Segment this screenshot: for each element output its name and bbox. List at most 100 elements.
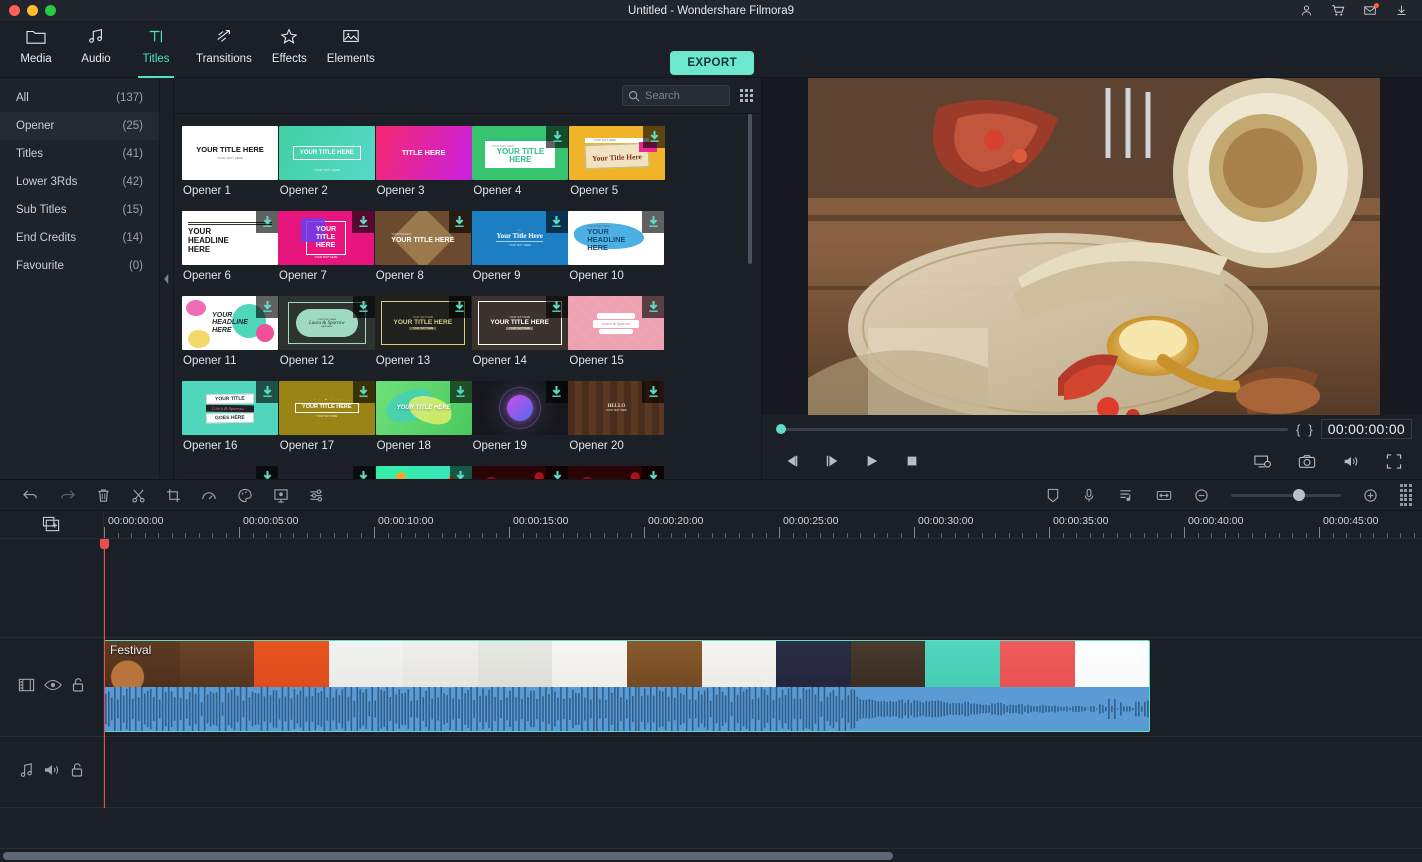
fit-timeline-button[interactable] [1156, 488, 1172, 503]
unlock-icon[interactable] [70, 762, 84, 783]
snapshot-button[interactable] [1298, 454, 1316, 469]
template-item[interactable]: YOUR TEXT HEREYOUR TITLE HEREYOUR TEXT H… [375, 296, 471, 367]
template-thumbnail[interactable]: YOUR TITLE HEREYOUR TEXT HERE [279, 126, 375, 180]
video-preview[interactable] [808, 78, 1380, 415]
template-item[interactable]: Laura & SparrowOpener 15 [568, 296, 664, 367]
panel-collapse-handle[interactable] [160, 78, 174, 479]
timeline-playhead[interactable] [104, 539, 105, 808]
template-thumbnail[interactable]: YOUR TEXT HEREYOUR TITLE HEREYOUR TEXT H… [375, 296, 471, 350]
download-icon[interactable] [450, 381, 472, 403]
display-settings-button[interactable] [1254, 454, 1272, 469]
category-item-favourite[interactable]: Favourite(0) [0, 252, 159, 280]
redo-button[interactable] [59, 488, 76, 503]
category-item-titles[interactable]: Titles(41) [0, 140, 159, 168]
template-item[interactable]: YOUR TEXTOpener 23 [376, 466, 472, 479]
library-scrollbar[interactable] [748, 114, 752, 264]
tab-effects[interactable]: Effects [262, 22, 317, 78]
template-thumbnail[interactable]: YOUR TEXT HEREYOUR TITLE HERE [472, 126, 568, 180]
voiceover-button[interactable] [1082, 488, 1096, 503]
delete-button[interactable] [96, 488, 111, 503]
template-thumbnail[interactable]: • • •Your Title HereYOUR TEXT HERE [472, 211, 568, 265]
timeline-horizontal-scrollbar[interactable] [0, 848, 1422, 862]
template-item[interactable]: YOUR TITLE HEREYOUR TEXT HEREOpener 2 [279, 126, 375, 197]
download-icon[interactable] [256, 466, 278, 479]
export-button[interactable]: EXPORT [670, 51, 754, 75]
stop-button[interactable] [904, 454, 920, 468]
template-thumbnail[interactable]: Laura & Sparrow [568, 296, 664, 350]
template-item[interactable]: YOURTITLEHEREYOUR TEXT HEREOpener 7 [278, 211, 374, 282]
tab-audio[interactable]: Audio [66, 22, 126, 78]
template-item[interactable]: Your TextYour TitlesOpener 22 [279, 466, 375, 479]
cart-icon[interactable] [1331, 4, 1345, 17]
download-icon[interactable] [546, 211, 568, 233]
template-thumbnail[interactable] [472, 381, 568, 435]
template-item[interactable]: - - - ★ - - -YOUR TITLE HEREYOUR TEXT HE… [279, 381, 375, 452]
template-thumbnail[interactable]: HELLOYOUR TEXT HERE [568, 381, 664, 435]
template-thumbnail[interactable]: YOUR TITLE HEREYOUR TEXT HERE [182, 126, 278, 180]
template-thumbnail[interactable]: Your TextYour Titles [279, 466, 375, 479]
zoom-in-button[interactable] [1363, 488, 1378, 503]
template-thumbnail[interactable]: TITLE HERE [376, 126, 472, 180]
template-thumbnail[interactable]: YOUR TITLE HERE [376, 381, 472, 435]
download-icon[interactable] [1395, 4, 1408, 17]
template-thumbnail[interactable]: YOURHEADLINEHERE [182, 211, 278, 265]
download-icon[interactable] [256, 381, 278, 403]
template-thumbnail[interactable]: - - - ★ - - -YOUR TITLE HEREYOUR TEXT HE… [279, 381, 375, 435]
dot-grid-icon[interactable] [1400, 484, 1412, 505]
template-item[interactable]: Jack & MaryOpener 24 [472, 466, 568, 479]
scrollbar-thumb[interactable] [3, 852, 893, 860]
download-icon[interactable] [353, 466, 375, 479]
timeline-zoom-knob[interactable] [1293, 489, 1305, 501]
download-icon[interactable] [642, 381, 664, 403]
template-item[interactable]: HELLOYOUR TEXT HEREOpener 20 [568, 381, 664, 452]
download-icon[interactable] [546, 126, 568, 148]
download-icon[interactable] [449, 211, 471, 233]
track-body-title[interactable] [104, 539, 1422, 637]
fullscreen-button[interactable] [1386, 454, 1402, 469]
template-thumbnail[interactable]: YOURTITLEHEREYOUR TEXT HERE [278, 211, 374, 265]
music-note-icon[interactable] [19, 762, 34, 783]
audio-mixer-button[interactable] [1118, 488, 1134, 503]
template-item[interactable]: YOUR PRESENTYOUR TITLE HEREOpener 8 [375, 211, 471, 282]
download-icon[interactable] [353, 381, 375, 403]
download-icon[interactable] [256, 211, 278, 233]
template-thumbnail[interactable]: YOUR TEXT HEREYour Title Here [569, 126, 665, 180]
template-item[interactable]: YOUR TEXT HEREYOURHEADLINEHEREOpener 10 [568, 211, 664, 282]
preview-progress-knob[interactable] [776, 424, 786, 434]
category-item-end-credits[interactable]: End Credits(14) [0, 224, 159, 252]
template-item[interactable]: YOUR TEXT HEREYOUR TITLE HEREOpener 4 [472, 126, 568, 197]
category-item-sub-titles[interactable]: Sub Titles(15) [0, 196, 159, 224]
download-icon[interactable] [450, 466, 472, 479]
add-track-button[interactable] [0, 511, 104, 538]
ruler-scale[interactable]: 00:00:00:0000:00:05:0000:00:10:0000:00:1… [104, 511, 1422, 538]
download-icon[interactable] [256, 296, 278, 318]
grid-view-icon[interactable] [740, 89, 753, 102]
download-icon[interactable] [352, 211, 374, 233]
template-item[interactable]: • • •Your Title HereYOUR TEXT HEREOpener… [472, 211, 568, 282]
zoom-out-button[interactable] [1194, 488, 1209, 503]
template-thumbnail[interactable]: YOUR TEXT HEREYOURHEADLINEHERE [568, 211, 664, 265]
template-thumbnail[interactable]: Jack & Mary [568, 466, 664, 479]
template-item[interactable]: YOUR TITLE HEREYOUR TEXT HEREOpener 1 [182, 126, 278, 197]
category-item-opener[interactable]: Opener(25) [0, 112, 159, 140]
mark-in-icon[interactable]: { [1296, 422, 1300, 437]
download-icon[interactable] [642, 211, 664, 233]
template-item[interactable]: YOUR TEXT HERELaura & SparrowDATE HEREOp… [279, 296, 375, 367]
color-button[interactable] [237, 488, 253, 503]
tab-elements[interactable]: Elements [317, 22, 385, 78]
speaker-icon[interactable] [43, 763, 61, 782]
track-body-audio[interactable] [104, 737, 1422, 807]
category-item-lower-3rds[interactable]: Lower 3Rds(42) [0, 168, 159, 196]
template-thumbnail[interactable]: YOUR PRESENTYOUR TITLE HERE [375, 211, 471, 265]
green-screen-button[interactable] [273, 488, 289, 503]
unlock-icon[interactable] [71, 677, 85, 698]
template-thumbnail[interactable]: Jack & Mary [472, 466, 568, 479]
timeline-zoom-slider[interactable] [1231, 494, 1341, 497]
eye-icon[interactable] [44, 678, 62, 697]
template-thumbnail[interactable]: YOUR TEXT HERELaura & SparrowDATE HERE [279, 296, 375, 350]
speed-button[interactable] [201, 488, 217, 503]
download-icon[interactable] [353, 296, 375, 318]
download-icon[interactable] [546, 381, 568, 403]
volume-button[interactable] [1342, 454, 1360, 469]
download-icon[interactable] [642, 296, 664, 318]
